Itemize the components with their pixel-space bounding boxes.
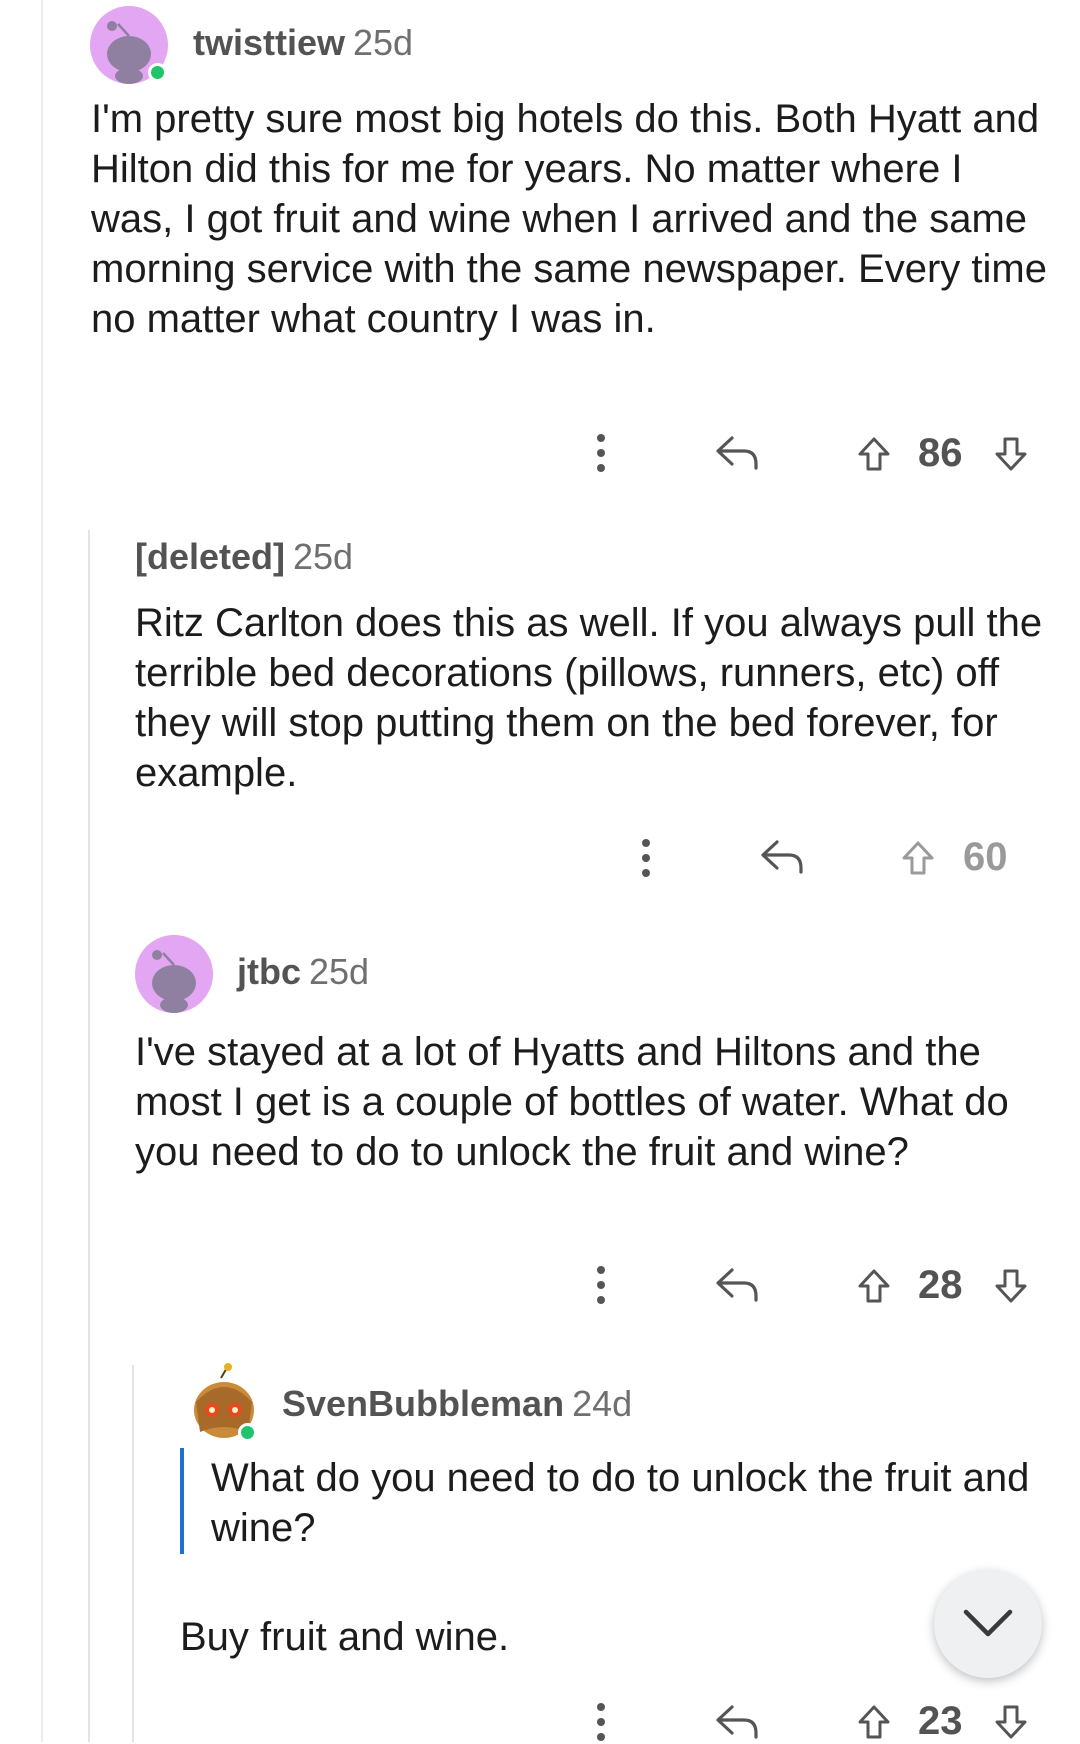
online-status-icon (238, 1423, 257, 1442)
username[interactable]: SvenBubbleman (282, 1383, 564, 1424)
comment-body: Buy fruit and wine. (180, 1615, 510, 1659)
reply-icon[interactable] (714, 1703, 760, 1741)
upvote-icon[interactable] (856, 1268, 892, 1304)
downvote-icon[interactable] (993, 1268, 1029, 1304)
thread-line-level-1 (88, 530, 90, 1742)
upvote-icon[interactable] (856, 436, 892, 472)
reply-icon[interactable] (714, 434, 760, 472)
quote-bar (180, 1448, 184, 1554)
more-options-icon[interactable] (592, 1702, 610, 1742)
username[interactable]: twisttiew (193, 22, 345, 63)
comment-body: I've stayed at a lot of Hyatts and Hilto… (135, 1030, 1009, 1174)
comment-age: 25d (309, 951, 370, 992)
scroll-next-comment-button[interactable] (934, 1570, 1042, 1678)
thread-line-level-2 (132, 1365, 134, 1742)
vote-score: 60 (963, 835, 1008, 879)
more-options-icon[interactable] (592, 433, 610, 473)
comment-meta: [deleted] 25d (135, 536, 353, 578)
comment-meta: jtbc 25d (237, 951, 369, 993)
reply-icon[interactable] (759, 838, 805, 876)
comment-age: 25d (293, 536, 354, 577)
username: [deleted] (135, 536, 286, 577)
comment-age: 25d (353, 22, 414, 63)
username[interactable]: jtbc (237, 951, 301, 992)
reply-icon[interactable] (714, 1266, 760, 1304)
quoted-text: What do you need to do to unlock the fru… (211, 1456, 1030, 1550)
comment-meta: twisttiew 25d (193, 22, 413, 64)
vote-score: 23 (918, 1699, 963, 1743)
vote-score: 28 (918, 1263, 963, 1307)
thread-line-root (41, 0, 43, 1742)
online-status-icon (148, 63, 167, 82)
comment-body: I'm pretty sure most big hotels do this.… (91, 97, 1047, 341)
more-options-icon[interactable] (637, 838, 655, 878)
downvote-icon[interactable] (993, 1704, 1029, 1740)
upvote-icon (902, 841, 934, 875)
avatar[interactable] (135, 935, 213, 1013)
downvote-icon[interactable] (993, 436, 1029, 472)
comment-meta: SvenBubbleman 24d (282, 1383, 632, 1425)
more-options-icon[interactable] (592, 1265, 610, 1305)
upvote-icon[interactable] (856, 1704, 892, 1740)
comment-age: 24d (572, 1383, 633, 1424)
vote-score: 86 (918, 431, 963, 475)
chevron-down-icon (963, 1609, 1013, 1637)
comment-body: Ritz Carlton does this as well. If you a… (135, 601, 1043, 795)
